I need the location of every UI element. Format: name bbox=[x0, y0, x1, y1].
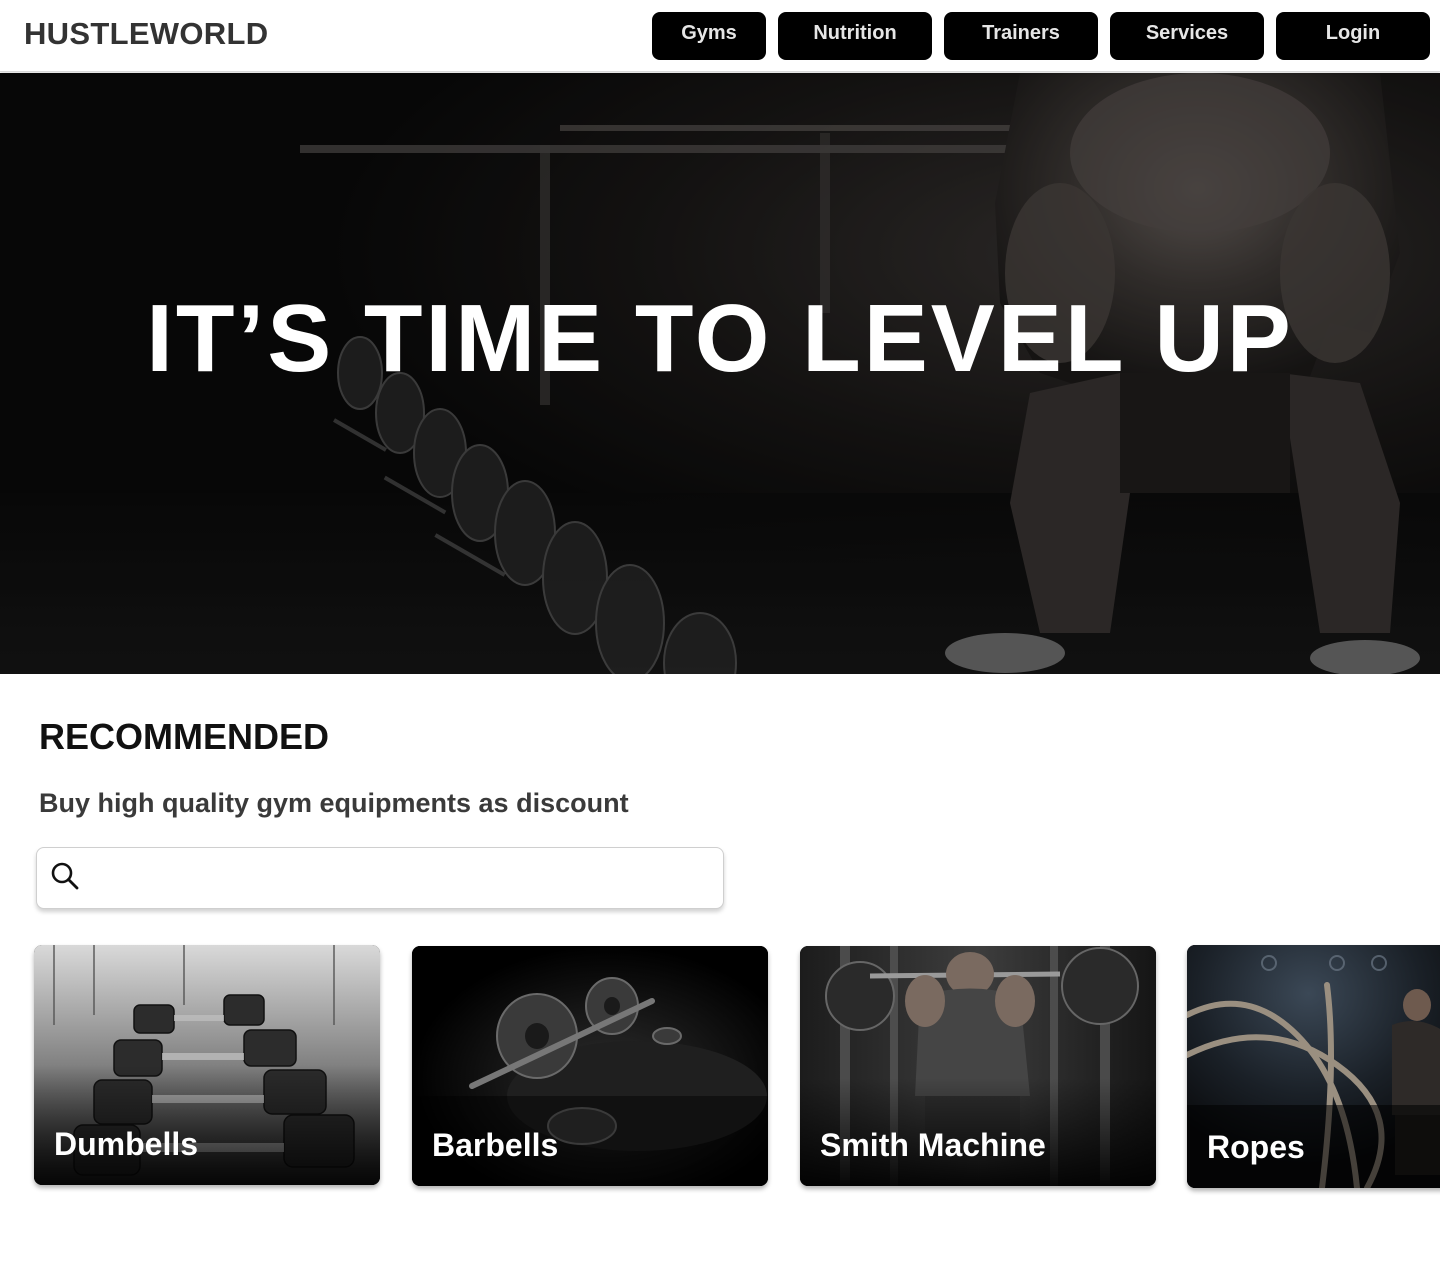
nav-button-nutrition[interactable]: Nutrition bbox=[778, 12, 932, 60]
search-input[interactable] bbox=[93, 856, 713, 900]
search-icon[interactable] bbox=[49, 860, 81, 892]
product-card-barbells[interactable]: Barbells bbox=[412, 946, 768, 1186]
section-title: RECOMMENDED bbox=[39, 716, 330, 757]
product-card-smith-machine[interactable]: Smith Machine bbox=[800, 946, 1156, 1186]
card-label: Ropes bbox=[1207, 1129, 1305, 1165]
hero-title: IT’S TIME TO LEVEL UP bbox=[146, 285, 1294, 392]
search-bar[interactable] bbox=[36, 847, 724, 909]
nav-button-gyms[interactable]: Gyms bbox=[652, 12, 766, 60]
site-logo[interactable]: HUSTLEWORLD bbox=[24, 16, 268, 52]
card-label: Barbells bbox=[432, 1127, 559, 1163]
top-navbar: HUSTLEWORLD Gyms Nutrition Trainers Serv… bbox=[0, 0, 1440, 72]
product-card-ropes[interactable]: Ropes bbox=[1187, 945, 1440, 1188]
nav-button-trainers[interactable]: Trainers bbox=[944, 12, 1098, 60]
section-subtitle: Buy high quality gym equipments as disco… bbox=[39, 788, 629, 818]
card-label: Dumbells bbox=[54, 1126, 199, 1162]
hero-banner: IT’S TIME TO LEVEL UP bbox=[0, 73, 1440, 674]
product-card-dumbells[interactable]: Dumbells bbox=[34, 945, 380, 1185]
nav-button-services[interactable]: Services bbox=[1110, 12, 1264, 60]
card-label: Smith Machine bbox=[820, 1127, 1046, 1163]
login-button[interactable]: Login bbox=[1276, 12, 1430, 60]
